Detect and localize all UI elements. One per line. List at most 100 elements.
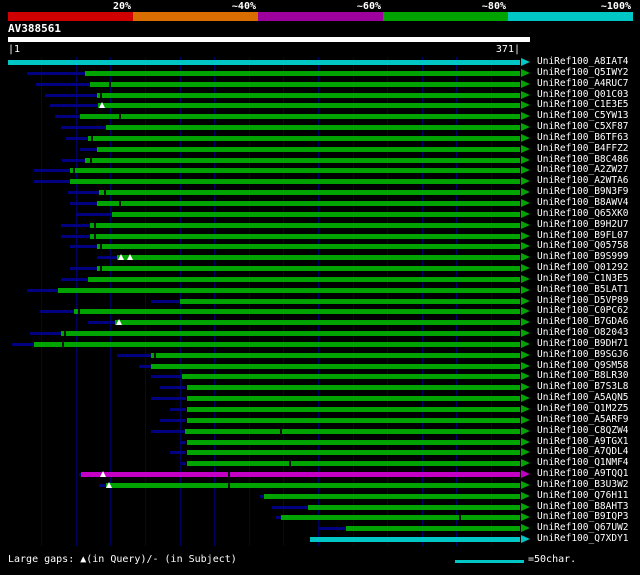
alignment-bar[interactable] (114, 320, 520, 326)
alignment-bar[interactable] (89, 233, 520, 239)
key-swatch (383, 12, 508, 21)
strand-arrow-icon (521, 448, 530, 457)
alignment-bar[interactable] (280, 515, 520, 521)
alignment-bar[interactable] (186, 439, 520, 445)
strand-arrow-icon (521, 133, 530, 142)
alignment-bar[interactable] (79, 114, 520, 120)
alignment-bar[interactable] (186, 385, 520, 391)
alignment-bar[interactable] (99, 190, 520, 196)
subject-extent-line (169, 451, 187, 455)
alignment-bar[interactable] (85, 70, 520, 76)
alignment-bar[interactable] (96, 244, 520, 250)
color-key: 20% ~40% ~60% ~80% ~100% (8, 1, 633, 21)
alignment-bar[interactable] (179, 298, 520, 304)
strand-arrow-icon (521, 58, 530, 66)
alignment-bar[interactable] (88, 135, 520, 141)
mismatch-tick (279, 428, 282, 434)
mismatch-tick (73, 168, 76, 174)
alignment-bar[interactable] (150, 352, 520, 358)
strand-arrow-icon (521, 144, 530, 153)
alignment-bar[interactable] (264, 493, 520, 499)
legend-scale-text: =50char. (528, 554, 577, 565)
alignment-bar[interactable] (186, 407, 520, 412)
alignment-bar[interactable] (96, 92, 520, 98)
alignment-bar[interactable] (106, 482, 520, 488)
alignment-bar[interactable] (106, 125, 520, 131)
query-bar (8, 37, 530, 42)
alignment-bar[interactable] (60, 331, 520, 337)
ruler-start-label: |1 (8, 44, 21, 55)
alignment-bar[interactable] (70, 179, 520, 185)
alignment-bar[interactable] (309, 537, 520, 543)
subject-extent-line (160, 386, 187, 390)
alignment-bar[interactable] (8, 60, 520, 65)
subject-extent-line (61, 158, 86, 162)
alignment-bar[interactable] (186, 396, 520, 402)
strand-arrow-icon (521, 220, 530, 229)
key-label: ~80% (481, 1, 506, 12)
mismatch-tick (103, 190, 106, 196)
subject-extent-line (60, 223, 90, 227)
mismatch-tick (99, 92, 102, 98)
subject-extent-line (45, 93, 97, 97)
mismatch-tick (94, 222, 97, 228)
key-label: ~40% (231, 1, 256, 12)
mismatch-tick (119, 200, 122, 206)
alignment-bar[interactable] (186, 450, 520, 456)
mismatch-tick (459, 515, 462, 521)
alignment-bar[interactable] (150, 363, 520, 369)
alignment-bar[interactable] (97, 103, 520, 109)
alignment-bar[interactable] (89, 81, 520, 87)
strand-arrow-icon (521, 372, 530, 381)
subject-extent-line (150, 429, 186, 433)
strand-arrow-icon (521, 524, 530, 533)
alignment-label: UniRef100_B9SGJ6 (537, 348, 629, 360)
strand-arrow-icon (521, 166, 530, 175)
alignment-bar[interactable] (57, 287, 520, 293)
strand-arrow-icon (521, 470, 530, 479)
mismatch-tick (77, 309, 80, 315)
strand-arrow-icon (521, 296, 530, 305)
legend-scale-line-icon (455, 560, 525, 563)
mismatch-tick (62, 341, 65, 347)
alignment-bar[interactable] (182, 374, 520, 380)
subject-extent-line (27, 288, 58, 292)
subject-extent-line (70, 201, 97, 205)
subject-extent-line (34, 169, 71, 173)
strand-arrow-icon (521, 68, 530, 77)
alignment-bar[interactable] (185, 428, 520, 434)
alignment-bar[interactable] (89, 222, 520, 228)
strand-arrow-icon (521, 350, 530, 359)
alignment-bar[interactable] (345, 526, 520, 532)
alignment-row: UniRef100_B9SGJ6 (0, 348, 640, 361)
key-bar (8, 12, 633, 21)
legend: Large gaps: ▲(in Query)/- (in Subject) =… (0, 551, 640, 569)
mismatch-tick (119, 114, 122, 120)
alignment-bar[interactable] (88, 276, 520, 282)
alignment-bar[interactable] (34, 341, 520, 347)
mismatch-tick (99, 244, 102, 250)
alignment-bar[interactable] (70, 168, 520, 174)
alignment-bar[interactable] (308, 504, 520, 510)
alignment-bar[interactable] (96, 266, 520, 272)
alignment-bar[interactable] (81, 472, 520, 478)
strand-arrow-icon (521, 394, 530, 403)
strand-arrow-icon (521, 79, 530, 88)
alignment-bar[interactable] (85, 157, 520, 163)
alignment-bar[interactable] (96, 200, 520, 206)
alignment-bar[interactable] (186, 461, 520, 467)
strand-arrow-icon (521, 231, 530, 240)
subject-extent-line (150, 375, 183, 379)
mismatch-tick (228, 482, 231, 488)
alignment-bar[interactable] (111, 211, 520, 217)
subject-extent-line (27, 71, 86, 75)
alignment-bar[interactable] (96, 146, 520, 152)
strand-arrow-icon (521, 459, 530, 468)
strand-arrow-icon (521, 264, 530, 273)
alignment-label: UniRef100_C8QZW4 (537, 424, 629, 436)
alignment-bar[interactable] (186, 417, 520, 423)
alignment-bar[interactable] (74, 309, 520, 315)
subject-extent-line (34, 180, 71, 184)
ruler-end-label: 371| (495, 44, 520, 55)
alignment-bar[interactable] (117, 255, 520, 261)
